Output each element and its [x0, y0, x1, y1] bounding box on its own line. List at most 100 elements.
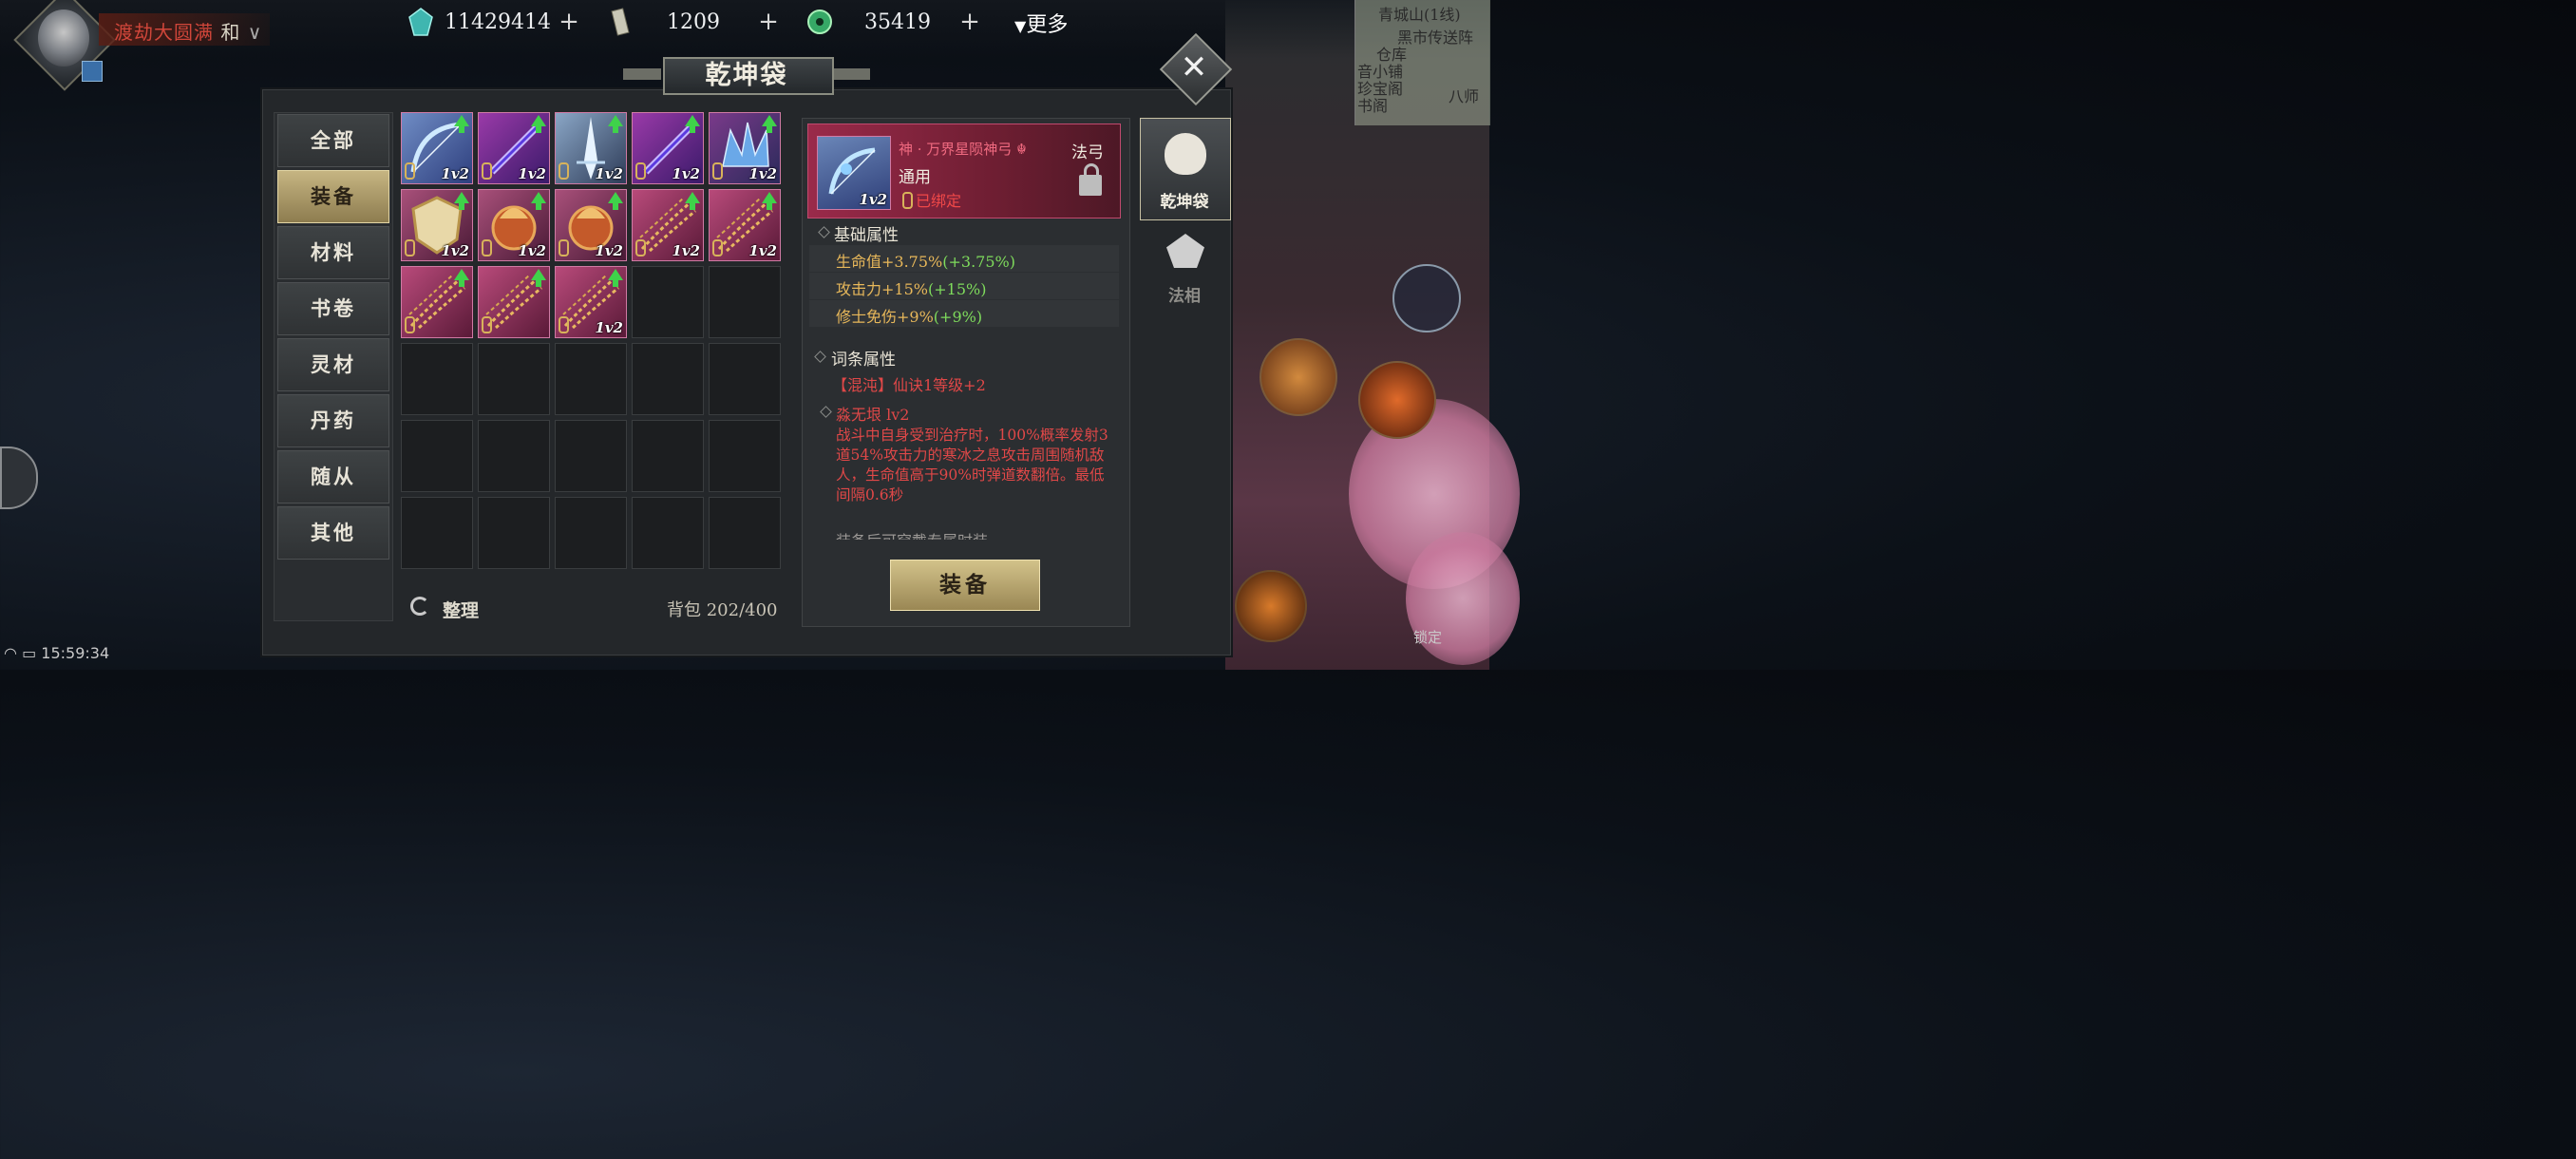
battery-icon: ▭: [22, 644, 37, 662]
attr-attack: 攻击力+15%(+15%): [836, 280, 987, 298]
category-tab-equipment[interactable]: 装备: [277, 170, 389, 223]
item-grid: 1v2 1v2 1v2 1v2 1v2 1v2 1v2 1v2 1v2 1v2 1v2: [399, 110, 785, 587]
coin-value: 35419: [864, 10, 931, 34]
empty-item-slot[interactable]: [401, 497, 473, 569]
expand-arrow-button[interactable]: [0, 446, 38, 509]
close-icon[interactable]: ✕: [1170, 44, 1218, 91]
upgrade-arrow-icon: [685, 192, 700, 210]
category-tab-pills[interactable]: 丹药: [277, 394, 389, 447]
bound-chain-icon: [405, 316, 415, 333]
currency-jade: 11429414: [407, 4, 551, 40]
category-tab-scrolls[interactable]: 书卷: [277, 282, 389, 335]
inventory-item-slot[interactable]: [478, 266, 550, 338]
skill-slot[interactable]: [1358, 361, 1436, 439]
item-name: 神 · 万界星陨神弓 ☬: [899, 141, 1027, 158]
skill-name: 淼无垠 lv2: [836, 406, 910, 424]
empty-item-slot[interactable]: [555, 343, 627, 415]
upgrade-arrow-icon: [454, 115, 469, 133]
yin-yang-icon[interactable]: [1392, 264, 1461, 332]
empty-item-slot[interactable]: [478, 343, 550, 415]
add-coin-button[interactable]: +: [959, 10, 980, 34]
bound-chain-icon: [482, 162, 492, 180]
bound-chain-icon: [482, 316, 492, 333]
lock-target-label[interactable]: 锁定: [1413, 627, 1442, 647]
chevron-down-icon: ▼: [1014, 17, 1027, 35]
skill-slot[interactable]: [1235, 570, 1307, 642]
inventory-item-slot[interactable]: 1v2: [632, 112, 704, 184]
empty-item-slot[interactable]: [478, 497, 550, 569]
currency-talisman: 1209: [606, 4, 720, 40]
add-jade-button[interactable]: +: [559, 10, 579, 34]
minimap-label: 黑市传送阵: [1397, 28, 1474, 47]
jade-value: 11429414: [445, 10, 551, 34]
upgrade-arrow-icon: [608, 115, 623, 133]
empty-item-slot[interactable]: [555, 420, 627, 492]
empty-item-slot[interactable]: [478, 420, 550, 492]
avatar[interactable]: [38, 10, 89, 66]
inventory-item-slot[interactable]: [401, 266, 473, 338]
item-level: 1v2: [518, 165, 546, 182]
talisman-value: 1209: [667, 10, 720, 34]
refresh-icon[interactable]: [410, 597, 429, 616]
empty-item-slot[interactable]: [555, 497, 627, 569]
buff-icon[interactable]: [82, 61, 103, 82]
empty-item-slot[interactable]: [632, 266, 704, 338]
inventory-item-slot[interactable]: 1v2: [709, 112, 781, 184]
base-attributes-title: 基础属性: [834, 226, 899, 245]
minimap-label: 书阁: [1357, 97, 1389, 115]
sect-emblem-icon: ☬: [1012, 141, 1027, 158]
frost-bow-icon: 1v2: [817, 136, 891, 210]
jade-crystal-icon: [408, 8, 433, 36]
empty-item-slot[interactable]: [709, 497, 781, 569]
inventory-item-slot[interactable]: 1v2: [555, 112, 627, 184]
minimap[interactable]: 青城山(1线) 黑市传送阵 仓库 音小铺 珍宝阁 书阁 八师: [1354, 0, 1490, 125]
item-level: 1v2: [748, 242, 777, 259]
panel-title-bar: 乾坤袋: [623, 51, 870, 97]
lock-icon-body[interactable]: [1079, 175, 1102, 196]
detail-level: 1v2: [859, 191, 887, 208]
equip-button[interactable]: 装备: [890, 560, 1040, 611]
item-level: 1v2: [441, 165, 469, 182]
category-tab-materials[interactable]: 材料: [277, 226, 389, 279]
skill-slot[interactable]: [1260, 338, 1337, 416]
upgrade-arrow-icon: [454, 269, 469, 287]
talisman-icon: [611, 8, 630, 36]
inventory-item-slot[interactable]: 1v2: [478, 189, 550, 261]
add-talisman-button[interactable]: +: [758, 10, 779, 34]
inventory-item-slot[interactable]: 1v2: [555, 266, 627, 338]
upgrade-arrow-icon: [685, 115, 700, 133]
empty-item-slot[interactable]: [709, 420, 781, 492]
item-level: 1v2: [595, 319, 623, 336]
empty-item-slot[interactable]: [632, 497, 704, 569]
empty-item-slot[interactable]: [709, 266, 781, 338]
upgrade-arrow-icon: [762, 192, 777, 210]
inventory-item-slot[interactable]: 1v2: [555, 189, 627, 261]
currency-coin: 35419: [805, 4, 931, 40]
item-level: 1v2: [672, 242, 700, 259]
sort-button[interactable]: 整理: [443, 597, 479, 622]
inventory-item-slot[interactable]: 1v2: [632, 189, 704, 261]
empty-item-slot[interactable]: [709, 343, 781, 415]
empty-item-slot[interactable]: [401, 343, 473, 415]
inventory-item-slot[interactable]: 1v2: [401, 189, 473, 261]
affix-attributes-title: 词条属性: [831, 351, 896, 370]
inventory-item-slot[interactable]: 1v2: [401, 112, 473, 184]
bound-status: 已绑定: [916, 192, 962, 210]
more-menu-button[interactable]: ▼更多: [1014, 8, 1068, 38]
empty-item-slot[interactable]: [401, 420, 473, 492]
category-tab-other[interactable]: 其他: [277, 506, 389, 560]
bound-chain-icon: [712, 239, 723, 256]
bound-chain-icon: [559, 316, 569, 333]
empty-item-slot[interactable]: [632, 420, 704, 492]
bag-capacity: 背包 202/400: [667, 600, 778, 620]
skill-description: 战斗中自身受到治疗时，100%概率发射3道54%攻击力的寒冰之息攻击周围随机敌人…: [836, 427, 1108, 504]
category-tab-companions[interactable]: 随从: [277, 450, 389, 504]
inventory-item-slot[interactable]: 1v2: [478, 112, 550, 184]
empty-item-slot[interactable]: [632, 343, 704, 415]
item-level: 1v2: [595, 242, 623, 259]
category-tab-all[interactable]: 全部: [277, 114, 389, 167]
bound-chain-icon: [405, 162, 415, 180]
inventory-item-slot[interactable]: 1v2: [709, 189, 781, 261]
item-level: 1v2: [441, 242, 469, 259]
category-tab-spirit-materials[interactable]: 灵材: [277, 338, 389, 391]
